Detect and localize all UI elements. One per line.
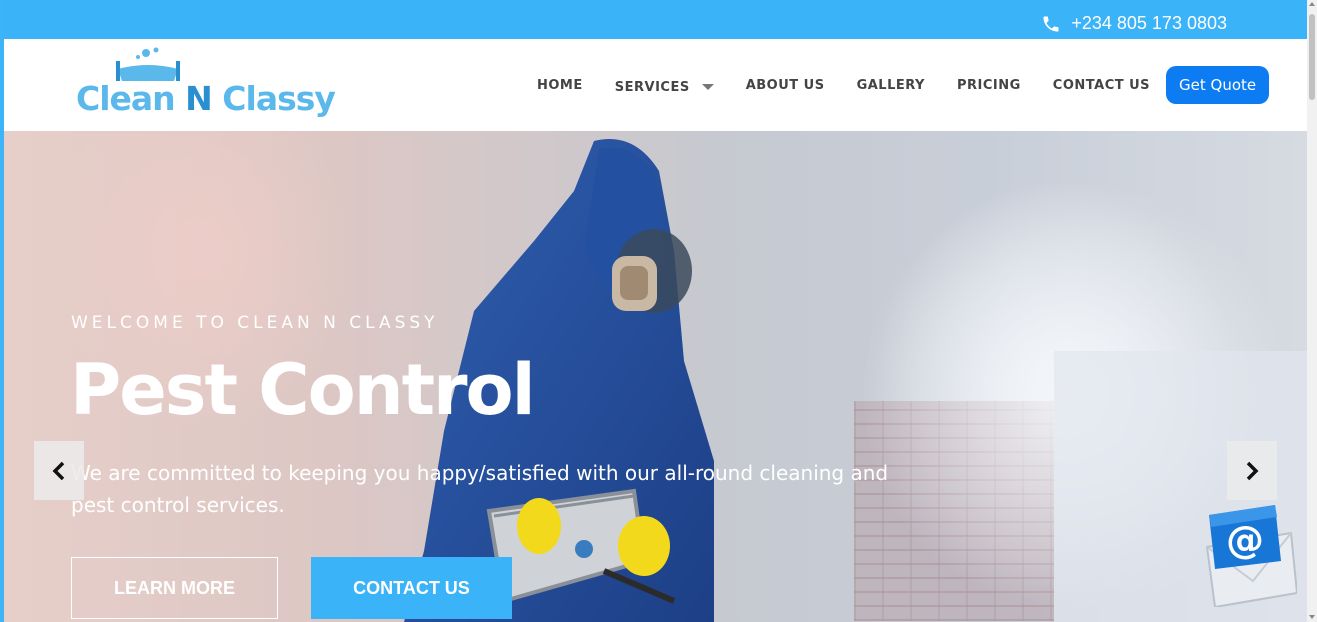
nav-pricing[interactable]: PRICING	[957, 78, 1021, 93]
logo-word-n: N	[185, 79, 213, 118]
chevron-left-icon	[52, 461, 65, 480]
browser-viewport: +234 805 173 0803 Clean N Classy HOME SE…	[4, 0, 1307, 622]
phone-link[interactable]: +234 805 173 0803	[1041, 13, 1227, 34]
caret-down-icon	[701, 84, 714, 90]
slider-next-button[interactable]	[1227, 441, 1277, 500]
learn-more-button[interactable]: LEARN MORE	[71, 557, 278, 619]
hero-kicker: WELCOME TO CLEAN N CLASSY	[71, 313, 439, 333]
chevron-right-icon	[1246, 461, 1259, 480]
contact-us-button[interactable]: CONTACT US	[311, 557, 512, 619]
phone-icon	[1043, 16, 1059, 31]
scrollbar-thumb[interactable]	[1309, 14, 1315, 100]
nav-gallery[interactable]: GALLERY	[857, 78, 925, 93]
svg-text:@: @	[1226, 518, 1264, 562]
site-header: Clean N Classy HOME SERVICES ABOUT US GA…	[4, 39, 1307, 131]
logo-word-clean: Clean	[76, 79, 186, 118]
logo-text: Clean N Classy	[76, 79, 336, 118]
main-nav: HOME SERVICES ABOUT US GALLERY PRICING C…	[537, 66, 1270, 104]
page-scrollbar[interactable]	[1307, 0, 1317, 622]
nav-contact[interactable]: CONTACT US	[1053, 78, 1150, 93]
top-bar: +234 805 173 0803	[4, 0, 1307, 39]
get-quote-button[interactable]: Get Quote	[1166, 66, 1270, 104]
phone-number: +234 805 173 0803	[1071, 13, 1227, 33]
hero-title: Pest Control	[70, 349, 536, 431]
scroll-down-icon[interactable]	[1309, 615, 1315, 619]
slider-prev-button[interactable]	[34, 441, 84, 500]
hero-description: We are committed to keeping you happy/sa…	[71, 461, 889, 517]
hero-slider: WELCOME TO CLEAN N CLASSY Pest Control W…	[4, 131, 1307, 622]
logo-word-classy: Classy	[211, 79, 336, 118]
brand-logo[interactable]: Clean N Classy	[76, 47, 341, 123]
nav-services-label: SERVICES	[614, 79, 690, 95]
email-at-icon[interactable]: @	[1201, 503, 1297, 607]
nav-about[interactable]: ABOUT US	[746, 78, 825, 93]
scroll-up-icon[interactable]	[1309, 2, 1315, 6]
nav-services[interactable]: SERVICES	[615, 80, 714, 95]
nav-home[interactable]: HOME	[537, 78, 583, 93]
